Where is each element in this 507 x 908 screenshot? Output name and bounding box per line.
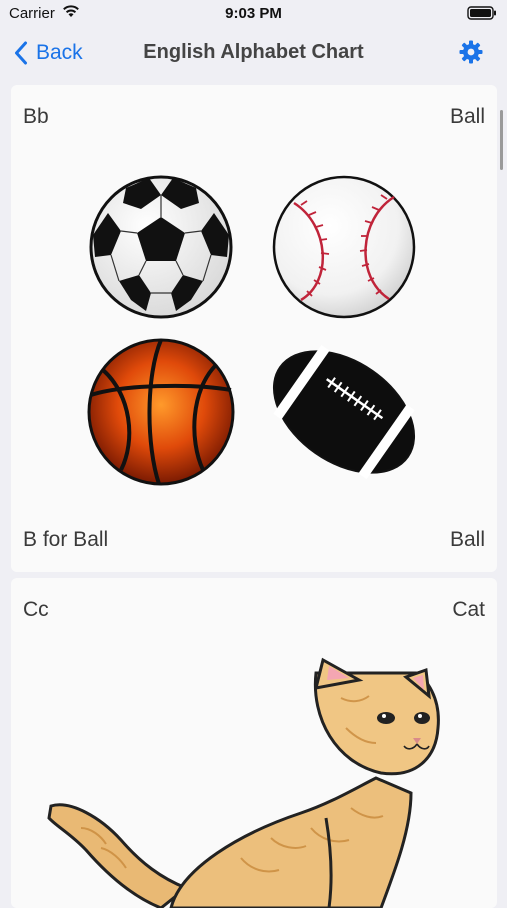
gear-icon (459, 40, 483, 64)
status-bar: Carrier 9:03 PM (0, 0, 507, 28)
card-word-bottom: Ball (449, 528, 485, 551)
battery-icon (467, 6, 497, 24)
basketball-image (87, 338, 235, 486)
card-caption: B for Ball (23, 528, 109, 551)
baseball-image (272, 175, 416, 319)
football-image (272, 344, 416, 480)
status-time: 9:03 PM (225, 5, 282, 22)
settings-button[interactable] (459, 40, 483, 69)
kitten-image (47, 657, 440, 908)
balls-illustration (87, 175, 416, 486)
letter-card-c[interactable]: Cc Cat (11, 578, 497, 908)
letter-card-b[interactable]: Bb Ball B for Ball Ball (11, 85, 497, 572)
soccer-ball-image (89, 175, 233, 319)
page-title: English Alphabet Chart (143, 41, 364, 63)
scroll-indicator[interactable] (500, 110, 503, 170)
navigation-bar: Back English Alphabet Chart (0, 28, 507, 78)
